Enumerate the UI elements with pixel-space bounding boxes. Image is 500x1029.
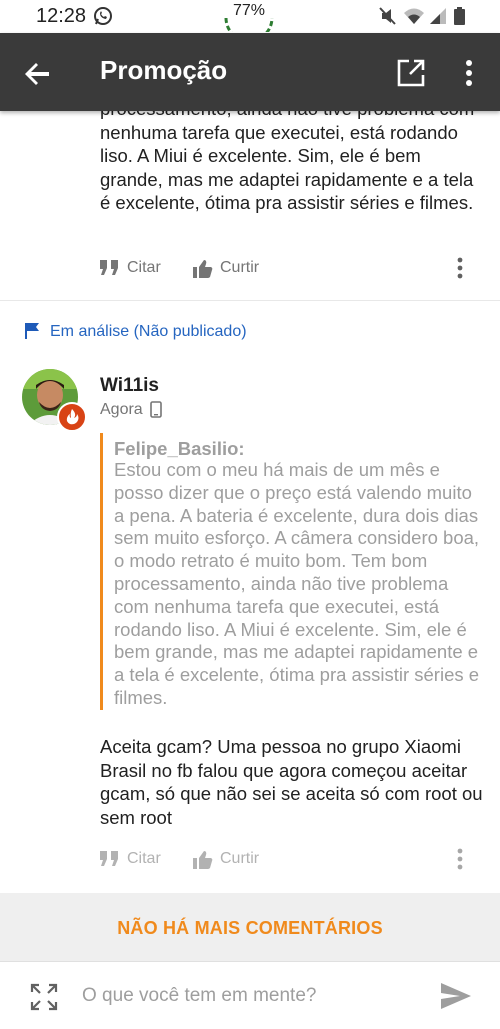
mute-icon bbox=[379, 7, 396, 25]
arrow-back-icon bbox=[25, 63, 49, 85]
wifi-icon bbox=[404, 8, 424, 24]
quote-label: Citar bbox=[127, 850, 161, 867]
comment-divider bbox=[0, 300, 500, 301]
status-bar: 12:28 77% bbox=[0, 0, 500, 33]
status-time: 12:28 bbox=[36, 5, 87, 27]
comment-input[interactable] bbox=[82, 980, 412, 1012]
send-button[interactable] bbox=[440, 982, 472, 1010]
author-name[interactable]: Wi11is bbox=[100, 375, 159, 397]
status-icons bbox=[378, 6, 478, 26]
like-label: Curtir bbox=[220, 259, 260, 276]
like-label: Curtir bbox=[220, 850, 260, 867]
quote-icon bbox=[100, 260, 118, 275]
comment-overflow-menu-button[interactable] bbox=[450, 256, 470, 280]
no-more-comments-banner: NÃO HÁ MAIS COMENTÁRIOS bbox=[0, 893, 500, 961]
comment-overflow-menu-button[interactable] bbox=[450, 847, 470, 871]
post-time: Agora bbox=[100, 401, 143, 418]
moderation-status-label: Em análise (Não publicado) bbox=[50, 323, 247, 340]
mobile-device-icon bbox=[150, 401, 162, 418]
flag-icon bbox=[24, 322, 42, 340]
battery-icon bbox=[454, 7, 465, 25]
send-icon bbox=[441, 983, 471, 1009]
thumbs-up-icon bbox=[193, 260, 213, 278]
more-vertical-icon bbox=[457, 257, 463, 279]
quote-label: Citar bbox=[127, 259, 161, 276]
battery-percent-text: 77% bbox=[232, 2, 266, 19]
whatsapp-icon bbox=[93, 6, 113, 26]
rank-badge-icon bbox=[57, 402, 87, 432]
battery-percent-indicator: 77% bbox=[220, 0, 278, 32]
open-external-icon bbox=[397, 59, 425, 87]
quote-button[interactable]: Citar bbox=[100, 259, 170, 279]
comment-text: Aceita gcam? Uma pessoa no grupo Xiaomi … bbox=[100, 736, 483, 828]
open-in-browser-button[interactable] bbox=[395, 57, 427, 89]
quote-icon bbox=[100, 851, 118, 866]
signal-icon bbox=[430, 8, 446, 24]
expand-icon[interactable] bbox=[30, 983, 58, 1011]
more-vertical-icon bbox=[457, 848, 463, 870]
no-more-comments-label: NÃO HÁ MAIS COMENTÁRIOS bbox=[117, 918, 383, 938]
more-vertical-icon bbox=[466, 60, 472, 86]
overflow-menu-button[interactable] bbox=[455, 57, 483, 89]
like-button[interactable]: Curtir bbox=[193, 259, 273, 279]
app-bar: Promoção bbox=[0, 33, 500, 111]
quote-author: Felipe_Basilio: bbox=[114, 438, 245, 459]
comment-composer bbox=[0, 961, 500, 1029]
page-title: Promoção bbox=[100, 55, 228, 85]
back-button[interactable] bbox=[22, 57, 54, 89]
quote-text: Estou com o meu há mais de um mês e poss… bbox=[114, 459, 480, 708]
thumbs-up-icon bbox=[193, 851, 213, 869]
like-button-disabled[interactable]: Curtir bbox=[193, 850, 273, 870]
quote-bar bbox=[100, 433, 103, 710]
previous-comment-text: processamento, ainda não tive problema c… bbox=[100, 98, 474, 213]
quote-button-disabled[interactable]: Citar bbox=[100, 850, 170, 870]
